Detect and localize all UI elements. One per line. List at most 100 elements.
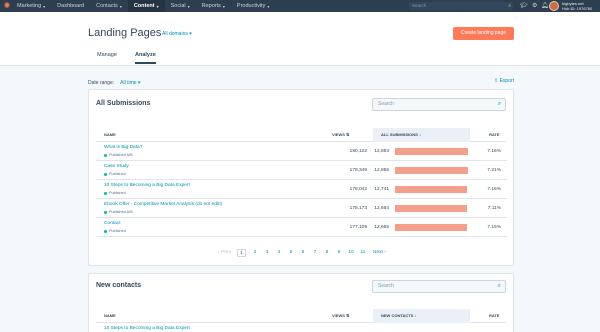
nav-item-reports[interactable]: Reports ▾ <box>196 0 231 12</box>
row-submissions: 12,741 <box>374 187 389 192</box>
domains-dropdown[interactable]: All domains ▾ <box>162 31 192 37</box>
avatar[interactable] <box>549 1 559 11</box>
column-header-rate[interactable]: RATE <box>489 309 500 323</box>
pagination-page[interactable]: 9 <box>333 249 345 257</box>
pagination-page[interactable]: 8 <box>321 249 333 257</box>
nav-item-content[interactable]: Content ▾ <box>127 0 165 12</box>
chevron-down-icon: ▾ <box>43 3 46 9</box>
row-views: 178,349 <box>349 168 367 173</box>
page-title: Landing Pages <box>88 27 162 39</box>
date-range-dropdown[interactable]: All time ▾ <box>120 80 140 86</box>
column-header-name[interactable]: NAME <box>104 309 116 323</box>
table-header: NAME VIEWS ⇅ ALL SUBMISSIONS ↓ RATE <box>96 128 507 142</box>
all-submissions-card: All Submissions Search ⌕ NAME VIEWS ⇅ AL… <box>88 89 514 266</box>
nav-item-marketing[interactable]: Marketing ▾ <box>11 0 51 12</box>
chevron-down-icon: ▾ <box>187 3 190 9</box>
tab-analyze[interactable]: Analyze <box>135 52 156 64</box>
row-name-link[interactable]: Ebook Offer - Competitive Market Analysi… <box>104 202 222 207</box>
settings-gear-icon[interactable]: ⚙ <box>532 2 537 10</box>
date-range-filter: Date range: All time ▾ <box>88 80 141 86</box>
table-row: Ebook Offer - Competitive Market Analysi… <box>96 199 507 218</box>
nav-item-contacts[interactable]: Contacts ▾ <box>90 0 128 12</box>
row-name-link[interactable]: Contact <box>104 221 121 226</box>
new-contacts-card: New contacts Search ⌕ NAME VIEWS ⇅ NEW C… <box>88 273 514 332</box>
row-name-link[interactable]: What is Big Data? <box>104 145 142 150</box>
table-row: Contact Published 177,109 12,655 7.15% <box>96 218 507 237</box>
card-title: New contacts <box>96 282 142 289</box>
row-views: 178,173 <box>349 206 367 211</box>
pagination-page[interactable]: 6 <box>297 249 309 257</box>
row-name-link[interactable]: 10 Steps to Becoming a Big Data Expert <box>104 326 190 331</box>
chevron-down-icon: ▾ <box>119 3 122 9</box>
chevron-down-icon: ▾ <box>156 3 159 9</box>
status-dot-icon <box>104 191 107 195</box>
table-row: 10 Steps to Becoming a Big Data Expert <box>96 323 507 332</box>
account-menu[interactable]: bigbytes.net Hub ID: 1976760 <box>562 1 592 11</box>
row-rate: 7.16% <box>487 149 501 154</box>
chevron-left-icon: ‹ <box>218 250 220 255</box>
row-submissions-bar <box>395 167 468 174</box>
search-icon: ⌕ <box>497 101 501 107</box>
row-views: 178,042 <box>349 187 367 192</box>
pagination-page[interactable]: 4 <box>273 249 285 257</box>
sort-down-icon: ↓ <box>414 313 417 318</box>
status-dot-icon <box>104 153 107 157</box>
row-submissions: 12,655 <box>374 225 389 230</box>
status-dot-icon <box>104 172 107 176</box>
pagination-page[interactable]: 5 <box>285 249 297 257</box>
top-nav: ✺ Marketing ▾ Dashboard Contacts ▾ Content… <box>0 0 600 12</box>
page-header: Landing Pages All domains ▾ Create landi… <box>0 12 600 66</box>
row-name-link[interactable]: 10 Steps to Becoming a Big Data Expert <box>104 183 190 188</box>
global-search-input[interactable]: Search ⌕ <box>409 2 513 10</box>
column-header-new-contacts[interactable]: NEW CONTACTS ↓ <box>373 309 470 323</box>
nav-item-dashboard[interactable]: Dashboard <box>51 0 90 12</box>
chevron-down-icon: ▾ <box>267 3 270 9</box>
submissions-search-input[interactable]: Search ⌕ <box>372 98 506 111</box>
pagination-page[interactable]: 10 <box>345 249 357 257</box>
row-submissions-bar <box>395 148 468 155</box>
column-header-all-submissions[interactable]: ALL SUBMISSIONS ↓ <box>373 128 470 142</box>
row-rate: 7.11% <box>487 206 501 211</box>
row-submissions: 12,893 <box>374 149 389 154</box>
sort-down-icon: ↓ <box>418 132 421 137</box>
pagination-page[interactable]: 7 <box>309 249 321 257</box>
table-row: Case Study Published 178,349 12,856 7.21% <box>96 161 507 180</box>
column-header-views[interactable]: VIEWS ⇅ <box>332 309 349 323</box>
row-views: 177,109 <box>349 225 367 230</box>
pagination-next[interactable]: Next › <box>369 249 386 257</box>
pagination: ‹ Prev 1 2 3 4 5 6 7 8 9 10 11 Next › <box>89 249 515 257</box>
pagination-prev[interactable]: ‹ Prev <box>218 249 237 257</box>
nav-item-social[interactable]: Social ▾ <box>165 0 196 12</box>
tab-manage[interactable]: Manage <box>97 52 117 62</box>
row-submissions-bar <box>395 186 468 193</box>
column-header-views[interactable]: VIEWS ⇅ <box>332 128 349 142</box>
create-landing-page-button[interactable]: Create landing page <box>453 27 514 40</box>
row-name-link[interactable]: Case Study <box>104 164 129 169</box>
row-rate: 7.15% <box>487 225 501 230</box>
card-title: All Submissions <box>96 100 151 107</box>
table-header: NAME VIEWS ⇅ NEW CONTACTS ↓ RATE <box>96 309 507 323</box>
chevron-down-icon: ▾ <box>189 31 192 37</box>
row-rate: 7.16% <box>487 187 501 192</box>
pagination-page[interactable]: 11 <box>357 249 369 257</box>
chevron-right-icon: › <box>384 250 386 255</box>
export-button[interactable]: ⇪ Export <box>494 78 514 84</box>
pagination-page[interactable]: 3 <box>261 249 273 257</box>
academy-icon[interactable]: 🎓︎ <box>520 2 528 10</box>
column-header-rate[interactable]: RATE <box>489 128 500 142</box>
row-status: Published A/B <box>104 153 133 157</box>
contacts-search-input[interactable]: Search ⌕ <box>372 280 506 293</box>
sort-icon: ⇅ <box>346 313 350 318</box>
row-submissions: 12,664 <box>374 206 389 211</box>
sort-icon: ⇅ <box>346 132 350 137</box>
notifications-bell-icon[interactable]: 🔔︎ <box>541 2 549 10</box>
pagination-page[interactable]: 1 <box>237 249 246 257</box>
nav-item-productivity[interactable]: Productivity ▾ <box>231 0 275 12</box>
column-header-name[interactable]: NAME <box>104 128 116 142</box>
pagination-page[interactable]: 2 <box>249 249 261 257</box>
row-views: 180,122 <box>349 149 367 154</box>
export-icon: ⇪ <box>494 78 499 84</box>
row-submissions-bar <box>395 224 467 231</box>
row-status: Published <box>104 191 126 195</box>
hubspot-logo-icon[interactable]: ✺ <box>3 2 11 10</box>
